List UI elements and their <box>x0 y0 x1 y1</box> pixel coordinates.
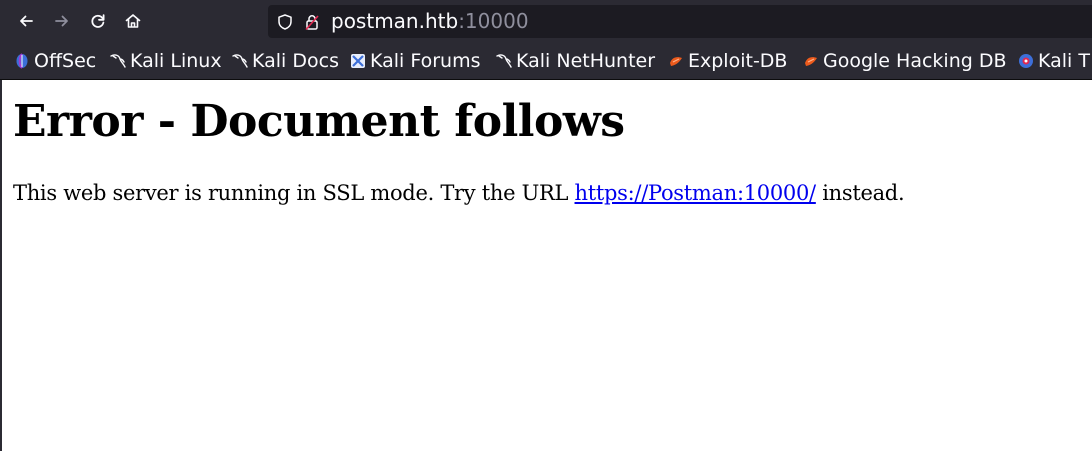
url-port: :10000 <box>458 9 529 33</box>
bookmarks-toolbar: OffSec Kali Linux Kali Docs Kali Forums … <box>0 42 1092 80</box>
forward-icon <box>55 15 68 27</box>
shield-icon[interactable] <box>276 13 294 31</box>
exploit-db-icon <box>670 57 682 66</box>
bookmark-kali-docs[interactable]: Kali Docs <box>232 49 339 73</box>
error-message: This web server is running in SSL mode. … <box>13 180 905 206</box>
bookmark-label: Kali Forums <box>370 50 481 72</box>
bookmark-label: Kali Docs <box>252 50 339 72</box>
message-text-end: instead. <box>815 181 905 205</box>
back-icon <box>20 15 33 27</box>
message-text: This web server is running in SSL mode. … <box>13 181 575 205</box>
bookmark-offsec[interactable]: OffSec <box>14 49 96 73</box>
kali-dragon-icon <box>496 54 512 68</box>
reload-icon <box>91 14 105 28</box>
forward-button[interactable] <box>50 9 74 33</box>
offsec-icon <box>16 53 28 69</box>
address-bar[interactable]: postman.htb:10000 <box>268 5 1092 38</box>
exploit-db-icon <box>805 57 817 66</box>
bookmark-kali-tools[interactable]: Kali T <box>1018 49 1090 73</box>
bookmark-kali-forums[interactable]: Kali Forums <box>350 49 481 73</box>
bookmark-google-hacking-db[interactable]: Google Hacking DB <box>803 49 1007 73</box>
kali-tools-icon <box>1019 54 1033 68</box>
back-button[interactable] <box>14 9 38 33</box>
page-content: Error - Document follows This web server… <box>13 80 1083 451</box>
kali-dragon-icon <box>110 54 126 68</box>
bookmark-label: Exploit-DB <box>688 50 788 72</box>
page-heading: Error - Document follows <box>13 96 625 147</box>
home-button[interactable] <box>121 9 145 33</box>
reload-button[interactable] <box>86 9 110 33</box>
navigation-toolbar: postman.htb:10000 <box>0 0 1092 42</box>
bookmark-kali-nethunter[interactable]: Kali NetHunter <box>496 49 655 73</box>
kali-dragon-icon <box>232 54 248 68</box>
kali-forums-icon <box>351 54 365 68</box>
ssl-url-link[interactable]: https://Postman:10000/ <box>575 181 817 205</box>
bookmark-label: Kali NetHunter <box>516 50 656 72</box>
url-host: postman.htb <box>331 9 459 33</box>
bookmark-exploit-db[interactable]: Exploit-DB <box>668 49 787 73</box>
bookmark-kali-linux[interactable]: Kali Linux <box>110 49 222 73</box>
bookmark-label: Kali Linux <box>130 50 222 72</box>
lock-icon[interactable] <box>303 13 321 31</box>
home-icon <box>125 14 141 28</box>
bookmark-label: Google Hacking DB <box>823 50 1007 72</box>
url-text[interactable]: postman.htb:10000 <box>331 10 529 33</box>
bookmark-label: Kali T <box>1038 50 1090 72</box>
bookmark-label: OffSec <box>34 50 97 72</box>
